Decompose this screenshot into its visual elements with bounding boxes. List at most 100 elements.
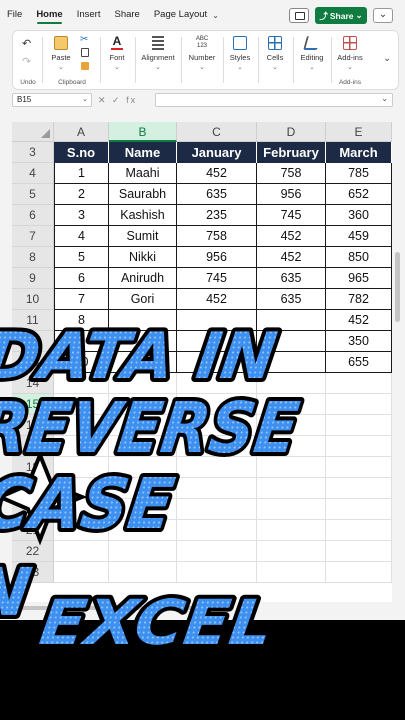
empty-cell[interactable]: [54, 520, 109, 541]
row-header[interactable]: 20: [12, 499, 54, 520]
table-cell[interactable]: 956: [257, 184, 326, 205]
empty-cell[interactable]: [109, 520, 177, 541]
empty-cell[interactable]: [257, 520, 326, 541]
table-cell[interactable]: 5: [54, 247, 109, 268]
table-cell[interactable]: 635: [177, 184, 257, 205]
empty-cell[interactable]: [54, 457, 109, 478]
table-header-cell[interactable]: S.no: [54, 142, 109, 163]
table-cell[interactable]: 1: [54, 163, 109, 184]
table-cell[interactable]: [177, 352, 257, 373]
empty-cell[interactable]: [54, 373, 109, 394]
empty-cell[interactable]: [109, 562, 177, 583]
horizontal-scroll-thumb[interactable]: [18, 606, 228, 610]
row-header[interactable]: 18: [12, 457, 54, 478]
empty-cell[interactable]: [109, 436, 177, 457]
table-cell[interactable]: 452: [326, 310, 392, 331]
table-cell[interactable]: [109, 352, 177, 373]
empty-cell[interactable]: [326, 436, 392, 457]
column-header-c[interactable]: C: [177, 122, 257, 142]
empty-cell[interactable]: [257, 478, 326, 499]
tab-file[interactable]: File: [0, 0, 29, 30]
table-cell[interactable]: [257, 331, 326, 352]
empty-cell[interactable]: [326, 562, 392, 583]
table-header-cell[interactable]: March: [326, 142, 392, 163]
table-cell[interactable]: 6: [54, 268, 109, 289]
row-header[interactable]: 12: [12, 331, 54, 352]
redo-icon[interactable]: ↷: [22, 55, 31, 68]
chevron-down-icon[interactable]: ⌄: [82, 94, 88, 106]
table-cell[interactable]: 635: [257, 289, 326, 310]
paste-button[interactable]: Paste ⌄: [47, 36, 75, 71]
empty-cell[interactable]: [177, 457, 257, 478]
empty-cell[interactable]: [257, 415, 326, 436]
table-cell[interactable]: 459: [326, 226, 392, 247]
undo-icon[interactable]: ↶: [22, 37, 31, 50]
table-cell[interactable]: 965: [326, 268, 392, 289]
column-header-d[interactable]: D: [257, 122, 326, 142]
row-header[interactable]: 5: [12, 184, 54, 205]
table-cell[interactable]: 452: [177, 163, 257, 184]
table-cell[interactable]: 3: [54, 205, 109, 226]
name-box[interactable]: B15 ⌄: [12, 93, 92, 107]
row-header[interactable]: 15: [12, 394, 54, 415]
table-cell[interactable]: 9: [54, 331, 109, 352]
table-cell[interactable]: 782: [326, 289, 392, 310]
table-cell[interactable]: 2: [54, 184, 109, 205]
row-header[interactable]: 11: [12, 310, 54, 331]
empty-cell[interactable]: [109, 373, 177, 394]
table-cell[interactable]: [257, 310, 326, 331]
empty-cell[interactable]: [177, 520, 257, 541]
table-cell[interactable]: 10: [54, 352, 109, 373]
row-header[interactable]: 3: [12, 142, 54, 163]
empty-cell[interactable]: [54, 499, 109, 520]
empty-cell[interactable]: [54, 436, 109, 457]
table-cell[interactable]: 7: [54, 289, 109, 310]
column-header-a[interactable]: A: [54, 122, 109, 142]
table-cell[interactable]: 235: [177, 205, 257, 226]
empty-cell[interactable]: [257, 562, 326, 583]
cut-icon[interactable]: ✂: [80, 34, 88, 45]
row-header[interactable]: 10: [12, 289, 54, 310]
table-cell[interactable]: 452: [257, 247, 326, 268]
empty-cell[interactable]: [326, 499, 392, 520]
row-header[interactable]: 21: [12, 520, 54, 541]
row-header[interactable]: 8: [12, 247, 54, 268]
table-cell[interactable]: 8: [54, 310, 109, 331]
empty-cell[interactable]: [177, 394, 257, 415]
table-cell[interactable]: 350: [326, 331, 392, 352]
table-cell[interactable]: 635: [257, 268, 326, 289]
share-button[interactable]: ⤴ Share ⌄: [315, 7, 367, 24]
table-cell[interactable]: Anirudh: [109, 268, 177, 289]
tab-share[interactable]: Share: [107, 0, 146, 30]
empty-cell[interactable]: [177, 562, 257, 583]
formula-icons[interactable]: ✕ ✓ fx: [98, 93, 150, 107]
empty-cell[interactable]: [177, 541, 257, 562]
row-header[interactable]: 7: [12, 226, 54, 247]
table-cell[interactable]: Kashish: [109, 205, 177, 226]
empty-cell[interactable]: [257, 541, 326, 562]
row-header[interactable]: 14: [12, 373, 54, 394]
tab-page-layout[interactable]: Page Layout: [147, 0, 214, 30]
empty-cell[interactable]: [177, 499, 257, 520]
empty-cell[interactable]: [326, 415, 392, 436]
empty-cell[interactable]: [326, 478, 392, 499]
table-cell[interactable]: Maahi: [109, 163, 177, 184]
addins-button[interactable]: Add-ins ⌄: [333, 36, 367, 71]
empty-cell[interactable]: [177, 415, 257, 436]
editing-button[interactable]: Editing ⌄: [295, 36, 329, 71]
table-cell[interactable]: 850: [326, 247, 392, 268]
table-cell[interactable]: 452: [257, 226, 326, 247]
table-cell[interactable]: [109, 310, 177, 331]
empty-cell[interactable]: [109, 394, 177, 415]
table-cell[interactable]: Sumit: [109, 226, 177, 247]
font-button[interactable]: A Font ⌄: [101, 35, 133, 71]
empty-cell[interactable]: [177, 436, 257, 457]
table-header-cell[interactable]: February: [257, 142, 326, 163]
alignment-button[interactable]: Alignment ⌄: [137, 36, 179, 71]
empty-cell[interactable]: [326, 373, 392, 394]
table-cell[interactable]: 652: [326, 184, 392, 205]
empty-cell[interactable]: [326, 541, 392, 562]
table-cell[interactable]: 956: [177, 247, 257, 268]
empty-cell[interactable]: [109, 457, 177, 478]
empty-cell[interactable]: [109, 415, 177, 436]
